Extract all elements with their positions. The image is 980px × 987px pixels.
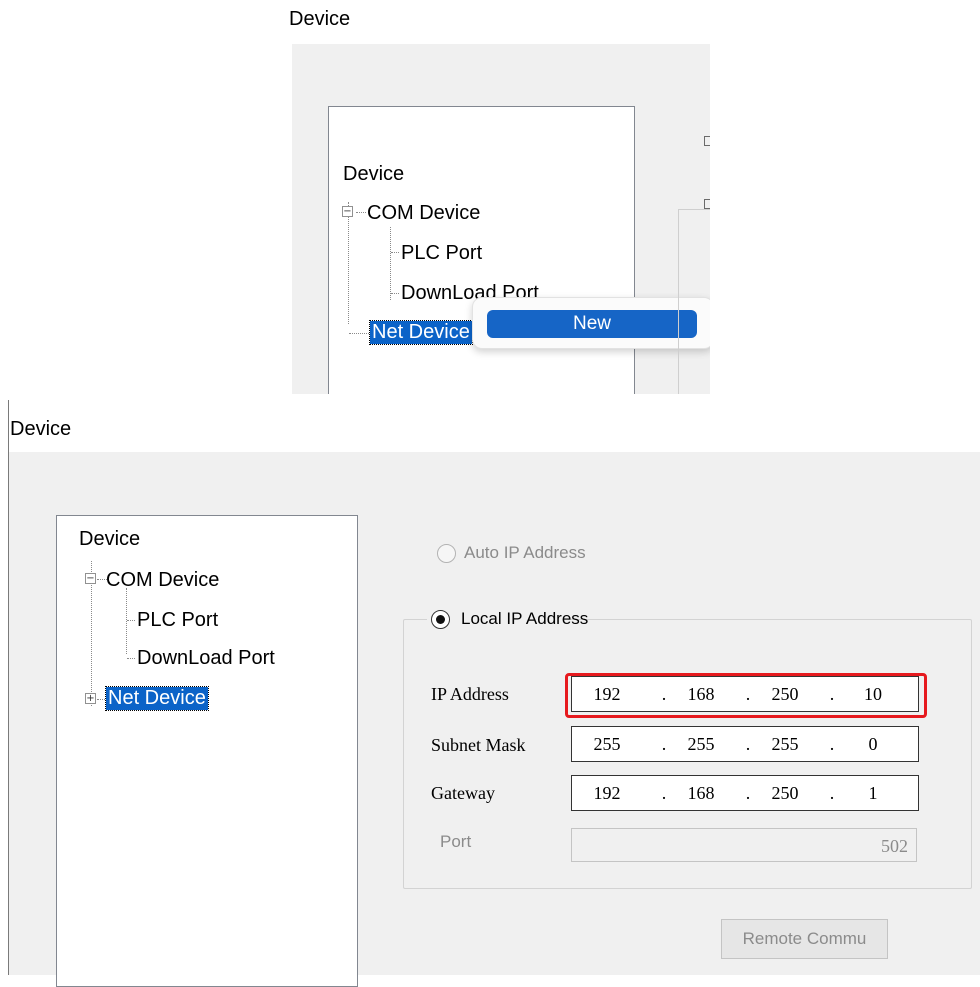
tree-item-download-port[interactable]: DownLoad Port	[137, 647, 275, 670]
tree-line	[349, 333, 369, 334]
context-menu: New	[472, 297, 710, 349]
tree-line	[390, 227, 391, 300]
clipped-control	[704, 199, 710, 209]
tree-item-net-device[interactable]: Net Device	[369, 320, 473, 345]
mask-octet-3[interactable]: 255	[756, 727, 814, 761]
auto-ip-label: Auto IP Address	[464, 543, 586, 562]
gateway-dot: .	[745, 783, 751, 803]
bottom-device-tree[interactable]: Device − COM Device PLC Port DownLoad Po…	[56, 515, 358, 987]
expand-icon[interactable]: +	[85, 693, 96, 704]
gateway-field[interactable]: 192 . 168 . 250 . 1	[571, 775, 919, 811]
top-device-tree[interactable]: Device − COM Device PLC Port DownLoad Po…	[328, 106, 635, 394]
tree-line	[348, 202, 349, 324]
context-menu-new[interactable]: New	[487, 310, 697, 338]
gateway-label: Gateway	[431, 783, 495, 803]
subnet-mask-field[interactable]: 255 . 255 . 255 . 0	[571, 726, 919, 762]
tree-line	[127, 658, 135, 659]
local-ip-radio[interactable]	[431, 610, 450, 629]
mask-octet-2[interactable]: 255	[672, 727, 730, 761]
tree-line	[127, 620, 135, 621]
gateway-octet-3[interactable]: 250	[756, 776, 814, 810]
mask-dot: .	[745, 734, 751, 754]
local-ip-label: Local IP Address	[461, 609, 589, 628]
gateway-dot: .	[829, 783, 835, 803]
gateway-octet-1[interactable]: 192	[578, 776, 636, 810]
top-window-title: Device	[289, 8, 351, 30]
collapse-icon[interactable]: −	[342, 206, 353, 217]
tree-item-plc-port[interactable]: PLC Port	[137, 609, 218, 632]
tree-line	[391, 293, 399, 294]
gateway-octet-4[interactable]: 1	[844, 776, 902, 810]
mask-dot: .	[661, 734, 667, 754]
bottom-window-title: Device	[10, 418, 72, 440]
auto-ip-radio[interactable]	[437, 544, 456, 563]
tree-item-plc-port[interactable]: PLC Port	[401, 242, 482, 265]
gateway-octet-2[interactable]: 168	[672, 776, 730, 810]
tree-item-com-device[interactable]: COM Device	[106, 569, 219, 592]
clipped-control	[704, 136, 710, 146]
tree-line	[391, 252, 399, 253]
ip-address-highlight	[565, 673, 927, 718]
ip-address-label: IP Address	[431, 684, 509, 704]
remote-commu-button[interactable]: Remote Commu	[721, 919, 888, 959]
bottom-device-panel: Device − COM Device PLC Port DownLoad Po…	[9, 452, 980, 987]
mask-dot: .	[829, 734, 835, 754]
clipped-groupbox	[678, 209, 710, 394]
port-label: Port	[440, 832, 472, 851]
gateway-dot: .	[661, 783, 667, 803]
tree-root-device[interactable]: Device	[79, 528, 140, 551]
tree-item-com-device[interactable]: COM Device	[367, 202, 480, 225]
tree-line	[356, 212, 366, 213]
local-ip-legend: Local IP Address	[427, 607, 588, 631]
tree-root-device[interactable]: Device	[343, 163, 404, 186]
collapse-icon[interactable]: −	[85, 573, 96, 584]
tree-line	[126, 588, 127, 654]
top-device-panel: Device − COM Device PLC Port DownLoad Po…	[292, 44, 710, 394]
mask-octet-1[interactable]: 255	[578, 727, 636, 761]
subnet-mask-label: Subnet Mask	[431, 735, 526, 755]
tree-item-net-device[interactable]: Net Device	[105, 686, 209, 711]
port-field[interactable]: 502	[571, 828, 917, 862]
mask-octet-4[interactable]: 0	[844, 727, 902, 761]
